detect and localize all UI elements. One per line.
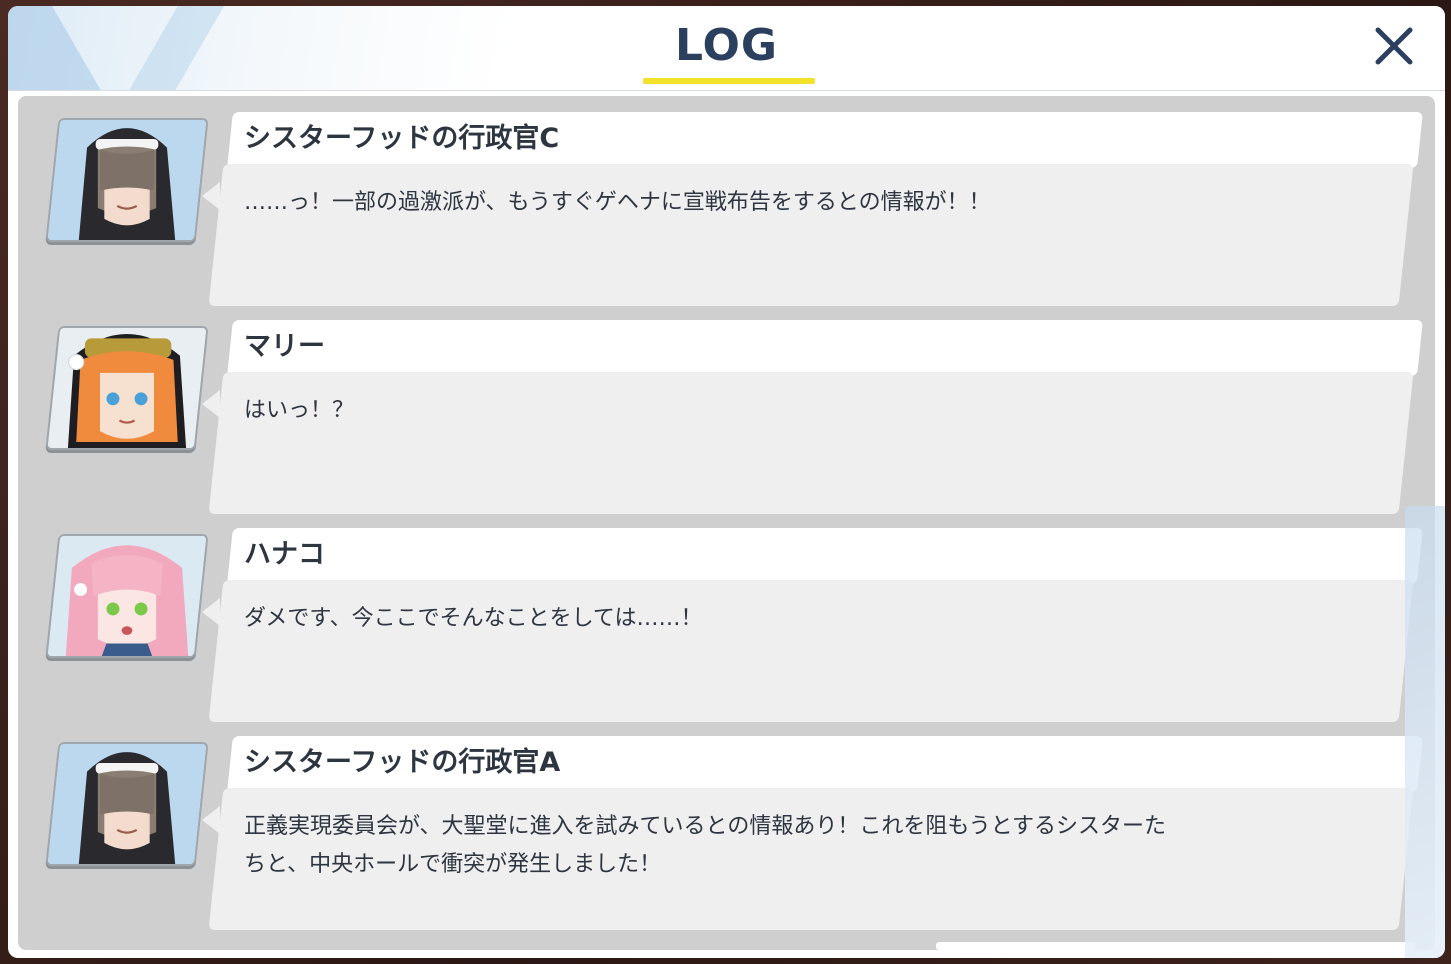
speaker-portrait (45, 326, 209, 450)
log-window: LOG シスターフッドの行政官C ……っ！一部の過激派が、もうすぐゲヘナに宣戦布… (8, 6, 1445, 958)
hanako-portrait-icon (48, 534, 206, 658)
speaker-name-bar (227, 528, 1423, 584)
dialogue-text: 正義実現委員会が、大聖堂に進入を試みているとの情報あり！これを阻もうとするシスタ… (244, 814, 1167, 877)
speaker-name: マリー (244, 331, 325, 362)
dialogue-text: ダメです、今ここでそんなことをしては……！ (244, 606, 703, 631)
speaker-portrait (45, 534, 209, 658)
dialogue-text: ……っ！一部の過激派が、もうすぐゲヘナに宣戦布告をするとの情報が！！ (244, 190, 991, 215)
log-entry: マリー はいっ！？ (18, 310, 1435, 514)
log-entry: シスターフッドの行政官A 正義実現委員会が、大聖堂に進入を試みているとの情報あり… (18, 726, 1435, 930)
dialogue-text: はいっ！？ (244, 398, 355, 423)
speaker-name: ハナコ (244, 539, 325, 570)
speaker-portrait (45, 742, 209, 866)
close-icon (1375, 27, 1413, 65)
mari-portrait-icon (48, 326, 206, 450)
speaker-name: シスターフッドの行政官A (244, 747, 561, 778)
bubble-tail (202, 390, 220, 418)
speaker-portrait (45, 118, 209, 242)
log-title: LOG (675, 20, 778, 71)
log-list[interactable]: シスターフッドの行政官C ……っ！一部の過激派が、もうすぐゲヘナに宣戦布告をする… (18, 96, 1435, 950)
nun-administrator-portrait-icon (48, 742, 206, 866)
bubble-tail (202, 598, 220, 626)
close-button[interactable] (1366, 18, 1422, 74)
log-header: LOG (8, 6, 1445, 91)
bubble-tail (202, 806, 220, 834)
bubble-tail (202, 182, 220, 210)
next-entry-edge (936, 942, 1416, 950)
side-decoration (1405, 506, 1445, 958)
log-entry: シスターフッドの行政官C ……っ！一部の過激派が、もうすぐゲヘナに宣戦布告をする… (18, 102, 1435, 306)
speaker-name: シスターフッドの行政官C (244, 123, 560, 154)
nun-administrator-portrait-icon (48, 118, 206, 242)
speaker-name-bar (227, 320, 1423, 376)
title-underline (643, 78, 815, 84)
log-entry: ハナコ ダメです、今ここでそんなことをしては……！ (18, 518, 1435, 722)
